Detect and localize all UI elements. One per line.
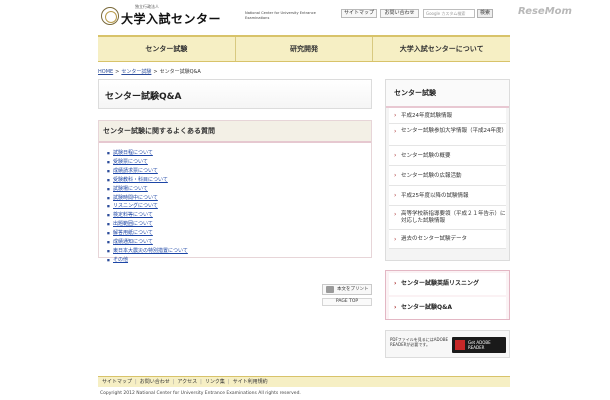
- breadcrumb-parent[interactable]: センター試験: [121, 69, 151, 75]
- contact-button[interactable]: お問い合わせ: [380, 9, 419, 18]
- faq-link-scope[interactable]: 出題範囲について: [113, 221, 153, 227]
- main-content: センター試験Q&A センター試験に関するよくある質問 試験日程について 受験票に…: [98, 79, 376, 369]
- pdf-reader-box: PDFファイルを見るにはADOBE READERが必要です。 Get ADOBE…: [385, 330, 510, 358]
- list-item: その他: [107, 256, 371, 265]
- page-title: センター試験Q&A: [105, 92, 182, 102]
- page-title-box: センター試験Q&A: [98, 79, 372, 109]
- watermark-text: ReseMom: [518, 6, 572, 17]
- adobe-badge-label: Get ADOBE READER: [468, 340, 491, 350]
- sidebar-menu: センター試験 平成24年度試験情報 センター試験参加大学情報（平成24年度） セ…: [385, 79, 510, 261]
- list-item: 試験時間中について: [107, 194, 371, 203]
- pdf-notice: PDFファイルを見るにはADOBE READERが必要です。: [390, 337, 449, 347]
- sidebar-item-qa[interactable]: センター試験Q&A: [389, 297, 506, 319]
- sitemap-button[interactable]: サイトマップ: [341, 9, 377, 18]
- faq-link-answer-sheet[interactable]: 解答用紙について: [113, 230, 153, 236]
- sidebar-highlight-box: センター試験英語リスニング センター試験Q&A: [385, 270, 510, 320]
- sidebar-item-overview[interactable]: センター試験の概要: [389, 146, 506, 166]
- footer-link-terms[interactable]: サイト利用規約: [233, 379, 268, 385]
- breadcrumb-separator: >: [153, 69, 158, 75]
- site-header: 独立行政法人 大学入試センター National Center for Univ…: [95, 0, 513, 30]
- sidebar-item-participating-universities[interactable]: センター試験参加大学情報（平成24年度）: [389, 124, 507, 146]
- get-adobe-reader-button[interactable]: Get ADOBE READER: [452, 337, 506, 353]
- breadcrumb-current: センター試験Q&A: [159, 69, 201, 75]
- list-item: 成績通知について: [107, 238, 371, 247]
- adobe-icon: [455, 340, 465, 350]
- sidebar-heading: センター試験: [386, 80, 509, 108]
- faq-link-admission-ticket[interactable]: 受験票について: [113, 159, 148, 165]
- footer-nav: サイトマップ | お問い合わせ | アクセス | リンク集 | サイト利用規約: [98, 376, 510, 387]
- footer-separator: |: [227, 379, 230, 385]
- sidebar-item-curriculum[interactable]: 高等学校新指導要領（平成２１年告示）に対応した試験情報: [389, 206, 506, 230]
- footer-separator: |: [200, 379, 202, 385]
- faq-link-score-notice[interactable]: 成績通知について: [113, 239, 153, 245]
- footer-link-links[interactable]: リンク集: [205, 379, 225, 385]
- list-item: 東日本大震災の特別措置について: [107, 247, 371, 256]
- footer-separator: |: [135, 379, 137, 385]
- sidebar-item-h25-info[interactable]: 平成25年度以降の試験情報: [389, 186, 506, 206]
- faq-link-other[interactable]: その他: [113, 257, 128, 263]
- list-item: 解答用紙について: [107, 229, 371, 238]
- print-label: 本文をプリント: [337, 287, 369, 292]
- global-nav: センター試験 研究開発 大学入試センターについて: [98, 35, 510, 62]
- sidebar-item-past-data[interactable]: 過去のセンター試験データ: [389, 230, 506, 249]
- faq-link-during-exam[interactable]: 試験時間中について: [113, 195, 158, 201]
- list-item: 試験場について: [107, 185, 371, 194]
- footer-link-access[interactable]: アクセス: [177, 379, 197, 385]
- faq-link-listening[interactable]: リスニングについて: [113, 203, 158, 209]
- breadcrumb: HOME > センター試験 > センター試験Q&A: [98, 68, 201, 75]
- print-button[interactable]: 本文をプリント: [322, 284, 372, 295]
- footer-link-contact[interactable]: お問い合わせ: [140, 379, 170, 385]
- footer-link-sitemap[interactable]: サイトマップ: [102, 379, 132, 385]
- search-button[interactable]: 検索: [477, 9, 493, 18]
- list-item: 受験教科・科目について: [107, 176, 371, 185]
- page: 独立行政法人 大学入試センター National Center for Univ…: [95, 0, 513, 400]
- faq-heading: センター試験に関するよくある質問: [99, 121, 371, 143]
- list-item: 成績請求票について: [107, 167, 371, 176]
- list-item: リスニングについて: [107, 202, 371, 211]
- faq-link-schedule[interactable]: 試験日程について: [113, 150, 153, 156]
- faq-link-subjects[interactable]: 受験教科・科目について: [113, 177, 168, 183]
- faq-section: センター試験に関するよくある質問 試験日程について 受験票について 成績請求票に…: [98, 120, 372, 265]
- faq-link-fees[interactable]: 検定料等について: [113, 212, 153, 218]
- page-top-button[interactable]: PAGE TOP: [322, 298, 372, 306]
- list-item: 受験票について: [107, 158, 371, 167]
- nav-research[interactable]: 研究開発: [236, 37, 374, 61]
- list-item: 出題範囲について: [107, 220, 371, 229]
- site-logo-text[interactable]: 大学入試センター: [121, 10, 221, 27]
- sidebar-item-pr[interactable]: センター試験の広報活動: [389, 166, 506, 186]
- faq-link-earthquake[interactable]: 東日本大震災の特別措置について: [113, 248, 188, 254]
- list-item: 試験日程について: [107, 149, 371, 158]
- breadcrumb-home[interactable]: HOME: [98, 69, 113, 75]
- faq-link-venue[interactable]: 試験場について: [113, 186, 148, 192]
- nav-center-exam[interactable]: センター試験: [98, 37, 236, 61]
- footer-separator: |: [172, 379, 175, 385]
- nav-about[interactable]: 大学入試センターについて: [373, 37, 510, 61]
- logo-icon[interactable]: [101, 7, 119, 25]
- breadcrumb-separator: >: [115, 69, 120, 75]
- sidebar-item-h24-info[interactable]: 平成24年度試験情報: [389, 108, 506, 124]
- copyright: Copyright 2012 National Center for Unive…: [100, 391, 301, 396]
- list-item: 検定料等について: [107, 211, 371, 220]
- org-english-name: National Center for University Entrance …: [245, 11, 316, 20]
- faq-list: 試験日程について 受験票について 成績請求票について 受験教科・科目について 試…: [99, 143, 371, 265]
- sidebar-item-listening[interactable]: センター試験英語リスニング: [389, 273, 506, 295]
- faq-link-score-request[interactable]: 成績請求票について: [113, 168, 158, 174]
- search-input[interactable]: Google カスタム検索: [423, 9, 475, 18]
- printer-icon: [326, 286, 334, 293]
